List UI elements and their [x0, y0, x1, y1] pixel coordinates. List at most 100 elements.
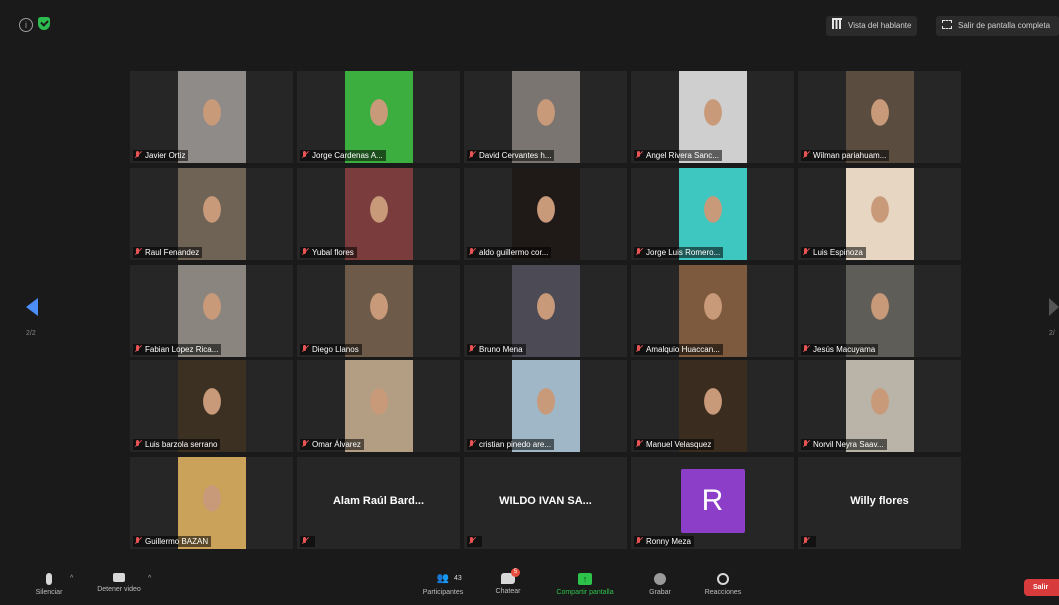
participants-count: 43 [454, 575, 462, 582]
participant-name: Amalquio Huaccan... [646, 345, 720, 354]
participant-name-label: Javier Ortiz [133, 150, 189, 161]
muted-mic-icon [302, 440, 308, 448]
mute-button[interactable]: Silenciar [28, 565, 70, 596]
participant-name-label [300, 536, 315, 547]
participant-name: Raul Fenandez [145, 248, 200, 257]
previous-page-arrow-icon[interactable] [26, 298, 38, 316]
speaker-view-icon [832, 18, 842, 29]
participant-name-label: Diego Llanos [300, 344, 362, 355]
participant-tile[interactable]: R Ronny Meza [631, 457, 794, 549]
participant-tile[interactable]: Bruno Mena [464, 265, 627, 357]
participant-name-label: Wilman pariahuam... [801, 150, 890, 161]
chat-button[interactable]: 5 Chatear [488, 565, 528, 595]
audio-options-caret-icon[interactable]: ^ [70, 575, 73, 582]
participant-name-label: Amalquio Huaccan... [634, 344, 723, 355]
participant-name: Jorge Luis Romero... [646, 248, 721, 257]
participant-tile[interactable]: Javier Ortiz [130, 71, 293, 163]
participant-name-label [801, 536, 816, 547]
muted-mic-icon [803, 345, 809, 353]
participant-name-label: Angel Rivera Sanc... [634, 150, 722, 161]
reactions-button[interactable]: Reacciones [696, 565, 750, 596]
share-screen-button[interactable]: ↑ Compartir pantalla [542, 565, 628, 596]
mute-label: Silenciar [35, 589, 63, 596]
participant-tile[interactable]: Jorge Luis Romero... [631, 168, 794, 260]
share-screen-label: Compartir pantalla [556, 589, 614, 596]
participant-tile[interactable]: Norvil Neyra Saav... [798, 360, 961, 452]
speaker-view-label: Vista del hablante [848, 21, 912, 30]
muted-mic-icon [302, 151, 308, 159]
next-page-arrow-icon[interactable] [1049, 298, 1059, 316]
stop-video-label: Detener video [97, 586, 141, 593]
participant-name-label: Omar Álvarez [300, 439, 364, 450]
participant-tile[interactable]: David Cervantes h... [464, 71, 627, 163]
record-icon [654, 573, 666, 585]
participant-name-label: Yubal flores [300, 247, 357, 258]
record-button[interactable]: Grabar [640, 565, 680, 596]
muted-mic-icon [636, 440, 642, 448]
participant-display-name: Alam Raúl Bard... [332, 495, 425, 507]
muted-mic-icon [469, 537, 475, 545]
participant-name: Luis barzola serrano [145, 440, 218, 449]
leave-meeting-button[interactable]: Salir [1024, 579, 1059, 596]
participants-icon: 👥 43 [436, 573, 462, 584]
video-options-caret-icon[interactable]: ^ [148, 575, 151, 582]
muted-mic-icon [803, 248, 809, 256]
participant-name-label: David Cervantes h... [467, 150, 555, 161]
muted-mic-icon [803, 151, 809, 159]
participant-tile[interactable]: Alam Raúl Bard... [297, 457, 460, 549]
participant-tile[interactable]: Luis barzola serrano [130, 360, 293, 452]
participant-tile[interactable]: WILDO IVAN SA... [464, 457, 627, 549]
participant-display-name: Willy flores [850, 495, 909, 507]
participant-name-label: Guillermo BAZAN [133, 536, 212, 547]
participant-tile[interactable]: Angel Rivera Sanc... [631, 71, 794, 163]
participant-tile[interactable]: Fabian Lopez Rica... [130, 265, 293, 357]
participant-tile[interactable]: Yubal flores [297, 168, 460, 260]
participant-name: Diego Llanos [312, 345, 359, 354]
participant-name: Fabian Lopez Rica... [145, 345, 219, 354]
muted-mic-icon [636, 537, 642, 545]
participant-tile[interactable]: Omar Álvarez [297, 360, 460, 452]
stop-video-button[interactable]: Detener video [88, 565, 150, 593]
participant-tile[interactable]: Amalquio Huaccan... [631, 265, 794, 357]
participant-tile[interactable]: Luis Espinoza [798, 168, 961, 260]
muted-mic-icon [302, 345, 308, 353]
participant-tile[interactable]: Wilman pariahuam... [798, 71, 961, 163]
participant-name-label: Manuel Velasquez [634, 439, 715, 450]
participant-name: Jesús Macuyama [813, 345, 876, 354]
meeting-toolbar: Silenciar ^ Detener video ^ 👥 43 Particip… [0, 565, 1059, 605]
participant-tile[interactable]: Manuel Velasquez [631, 360, 794, 452]
top-bar: i Vista del hablante Salir de pantalla c… [0, 0, 1059, 50]
participant-name-label: aldo guillermo cor... [467, 247, 552, 258]
exit-fullscreen-button[interactable]: Salir de pantalla completa [936, 16, 1059, 36]
reactions-label: Reacciones [704, 589, 742, 596]
participant-name: Javier Ortiz [145, 151, 186, 160]
exit-fullscreen-label: Salir de pantalla completa [958, 21, 1051, 30]
muted-mic-icon [469, 151, 475, 159]
speaker-view-button[interactable]: Vista del hablante [826, 16, 918, 36]
muted-mic-icon [469, 248, 475, 256]
participant-name: Jorge Cardenas A... [312, 151, 383, 160]
participant-tile[interactable]: Willy flores [798, 457, 961, 549]
participant-tile[interactable]: Guillermo BAZAN [130, 457, 293, 549]
participant-tile[interactable]: cristian pinedo are... [464, 360, 627, 452]
muted-mic-icon [135, 537, 141, 545]
participant-tile[interactable]: Raul Fenandez [130, 168, 293, 260]
participant-tile[interactable]: Diego Llanos [297, 265, 460, 357]
page-indicator-right: 2/ [1049, 330, 1055, 337]
participant-name-label: Jorge Cardenas A... [300, 150, 386, 161]
page-indicator: 2/2 [26, 330, 36, 337]
participant-tile[interactable]: aldo guillermo cor... [464, 168, 627, 260]
muted-mic-icon [803, 440, 809, 448]
participants-button[interactable]: 👥 43 Participantes [412, 565, 474, 596]
participant-name: Bruno Mena [479, 345, 523, 354]
muted-mic-icon [135, 151, 141, 159]
participant-tile[interactable]: Jorge Cardenas A... [297, 71, 460, 163]
participant-name: Angel Rivera Sanc... [646, 151, 719, 160]
security-shield-icon[interactable] [38, 17, 50, 30]
participant-name: Yubal flores [312, 248, 354, 257]
participant-tile[interactable]: Jesús Macuyama [798, 265, 961, 357]
info-icon[interactable]: i [19, 18, 33, 32]
participant-name-label: Bruno Mena [467, 344, 526, 355]
muted-mic-icon [469, 440, 475, 448]
muted-mic-icon [135, 248, 141, 256]
